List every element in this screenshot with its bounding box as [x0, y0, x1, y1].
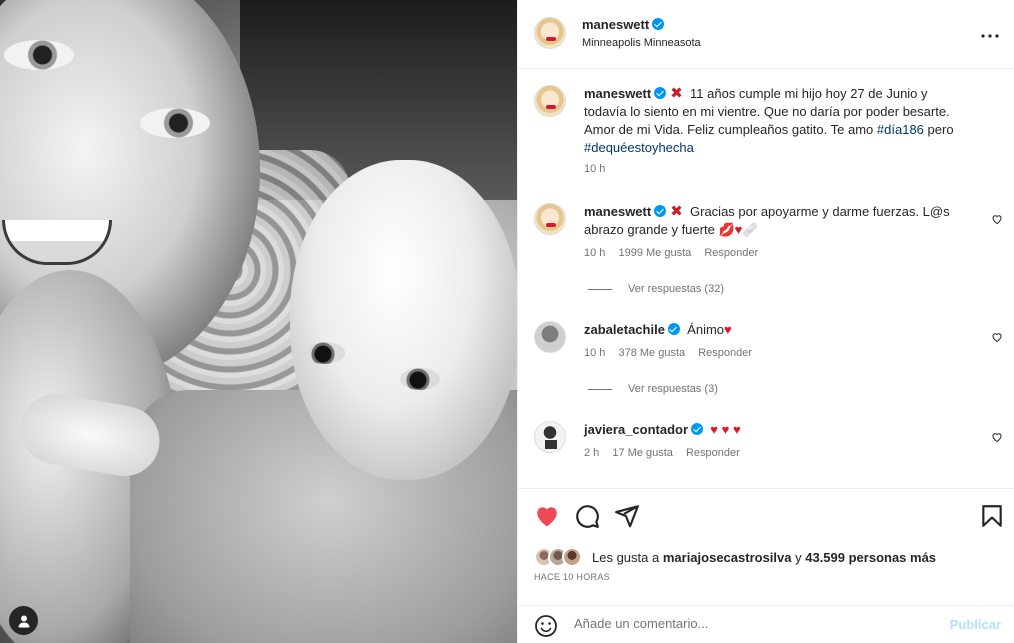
- hashtag-link[interactable]: #dequéestoyhecha: [584, 140, 694, 155]
- comment-author[interactable]: maneswett: [584, 204, 651, 219]
- comment-author[interactable]: javiera_contador: [584, 422, 688, 437]
- photo-eye: [140, 108, 210, 138]
- verified-icon: [667, 323, 680, 335]
- more-icon[interactable]: [981, 22, 999, 42]
- post-actions: Les gusta a mariajosecastrosilva y 43.59…: [518, 488, 1014, 643]
- user-tag-icon[interactable]: [9, 606, 38, 635]
- avatar[interactable]: [534, 421, 566, 453]
- post-header: maneswett Minneapolis Minneasota: [518, 0, 1014, 69]
- comment-meta: 10 h 378 Me gusta Responder: [584, 347, 762, 359]
- avatar[interactable]: [534, 203, 566, 235]
- lips-emoji-icon: 💋: [718, 222, 735, 237]
- hashtag-link[interactable]: #día186: [877, 122, 924, 137]
- photo-eye: [4, 40, 74, 70]
- comment-text: javiera_contador ♥ ♥ ♥: [584, 421, 964, 439]
- post-author[interactable]: maneswett: [582, 17, 649, 32]
- heart-emoji-icon: ♥: [710, 422, 718, 437]
- likes-text: Les gusta a mariajosecastrosilva y 43.59…: [592, 550, 936, 565]
- verified-icon: [654, 205, 667, 217]
- comment-icon[interactable]: [574, 503, 600, 529]
- comment-meta: 2 h 17 Me gusta Responder: [584, 447, 750, 459]
- photo-baby-eye: [305, 342, 345, 364]
- heart-emoji-icon: ♥: [721, 422, 730, 437]
- view-replies-button[interactable]: Ver respuestas (32): [588, 283, 724, 295]
- heart-emoji-icon: ♥: [732, 422, 741, 437]
- add-comment-bar: Publicar: [518, 605, 1014, 643]
- comment-like-icon[interactable]: [991, 431, 1003, 443]
- comment-time[interactable]: 10 h: [584, 347, 605, 359]
- likes-others[interactable]: 43.599 personas más: [805, 550, 936, 565]
- emoji-icon[interactable]: [534, 614, 558, 638]
- verified-icon: [654, 87, 667, 99]
- reply-button[interactable]: Responder: [704, 247, 758, 259]
- likes-prefix: Les gusta a: [592, 549, 660, 565]
- verified-icon: [691, 423, 704, 435]
- comment-author[interactable]: zabaletachile: [584, 322, 665, 337]
- publish-button[interactable]: Publicar: [950, 617, 1001, 632]
- liker-username[interactable]: mariajosecastrosilva: [663, 550, 792, 565]
- photo-baby-eye: [400, 368, 440, 390]
- avatar[interactable]: [534, 85, 566, 117]
- comment-like-icon[interactable]: [991, 331, 1003, 343]
- bookmark-icon[interactable]: [979, 503, 1005, 529]
- heart-emoji-icon: ♥: [724, 322, 732, 337]
- comment-text: zabaletachile Ánimo♥: [584, 321, 964, 339]
- x-emoji-icon: ✖: [670, 85, 683, 102]
- liker-avatar: [562, 547, 582, 567]
- comment-body: Ánimo: [687, 322, 725, 337]
- likes-summary[interactable]: Les gusta a mariajosecastrosilva y 43.59…: [534, 547, 936, 567]
- post-time[interactable]: HACE 10 HORAS: [534, 572, 610, 582]
- x-emoji-icon: ✖: [670, 203, 683, 220]
- share-icon[interactable]: [614, 503, 640, 529]
- comment-meta: 10 h 1999 Me gusta Responder: [584, 247, 768, 259]
- post-location[interactable]: Minneapolis Minneasota: [582, 37, 701, 49]
- avatar[interactable]: [534, 321, 566, 353]
- comment-input[interactable]: [574, 616, 934, 631]
- comment-time[interactable]: 10 h: [584, 247, 605, 259]
- comment-likes[interactable]: 17 Me gusta: [612, 447, 673, 459]
- comment-likes[interactable]: 1999 Me gusta: [618, 247, 691, 259]
- heart-filled-icon[interactable]: [534, 503, 560, 529]
- caption-meta: 10 h: [584, 163, 615, 175]
- comment-likes[interactable]: 378 Me gusta: [618, 347, 685, 359]
- photo-baby-head: [290, 160, 517, 480]
- likes-conj: y: [795, 549, 802, 565]
- comments-list[interactable]: maneswett ✖ 11 años cumple mi hijo hoy 27…: [518, 70, 1014, 488]
- caption-mid: pero: [927, 122, 954, 137]
- comment-time[interactable]: 2 h: [584, 447, 599, 459]
- reply-button[interactable]: Responder: [698, 347, 752, 359]
- caption-time[interactable]: 10 h: [584, 163, 605, 175]
- comment-text: maneswett ✖ Gracias por apoyarme y darme …: [584, 203, 964, 239]
- caption-author[interactable]: maneswett: [584, 86, 651, 101]
- avatar[interactable]: [534, 17, 566, 49]
- caption-text: maneswett ✖ 11 años cumple mi hijo hoy 27…: [584, 85, 964, 157]
- post-panel: maneswett Minneapolis Minneasota maneswe…: [517, 0, 1014, 643]
- comment-like-icon[interactable]: [991, 213, 1003, 225]
- post-photo[interactable]: [0, 0, 517, 643]
- view-replies-button[interactable]: Ver respuestas (3): [588, 383, 718, 395]
- reply-button[interactable]: Responder: [686, 447, 740, 459]
- verified-icon: [652, 18, 665, 30]
- bandage-emoji-icon: 🩹: [742, 222, 759, 237]
